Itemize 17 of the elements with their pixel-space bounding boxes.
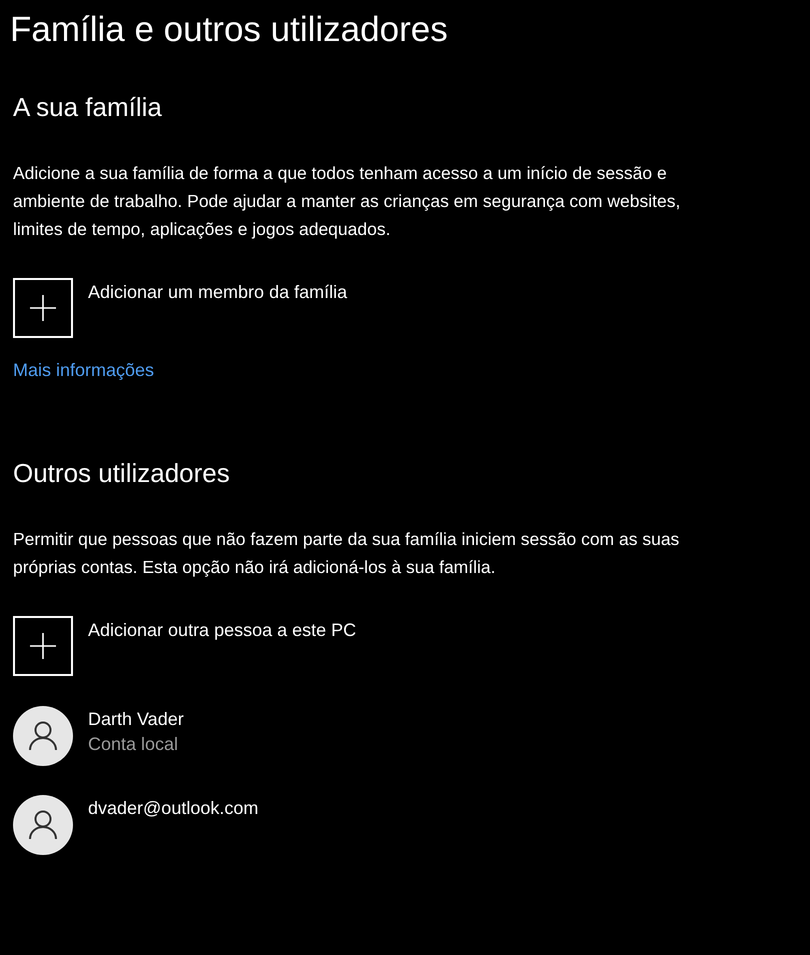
person-icon bbox=[29, 721, 57, 751]
section-heading: Outros utilizadores bbox=[13, 457, 231, 490]
more-info-link[interactable]: Mais informações bbox=[13, 360, 154, 381]
add-button[interactable] bbox=[13, 278, 73, 338]
person-icon bbox=[29, 810, 57, 840]
plus-icon bbox=[30, 633, 56, 659]
section-description: Permitir que pessoas que não fazem parte da sua família iniciem sessão com as suas próprias contas. Esta opção não irá adicioná-los à sua família. bbox=[13, 528, 680, 579]
add-button-label[interactable]: Adicionar um membro da família bbox=[88, 282, 348, 303]
section-heading: A sua família bbox=[13, 91, 163, 124]
account-type: Conta local bbox=[88, 734, 180, 755]
section-description: Adicione a sua família de forma a que todos tenham acesso a um início de sessão e ambiente de trabalho. Pode ajudar a manter as crianças em segurança com websites, limites de tempo, aplicações e jogos adequados. bbox=[13, 162, 682, 241]
user-name[interactable]: dvader@outlook.com bbox=[88, 798, 258, 819]
add-button-label[interactable]: Adicionar outra pessoa a este PC bbox=[88, 620, 356, 641]
plus-icon bbox=[30, 295, 56, 321]
user-name[interactable]: Darth Vader bbox=[88, 709, 184, 730]
add-button[interactable] bbox=[13, 616, 73, 676]
page-title: Família e outros utilizadores bbox=[10, 9, 449, 51]
